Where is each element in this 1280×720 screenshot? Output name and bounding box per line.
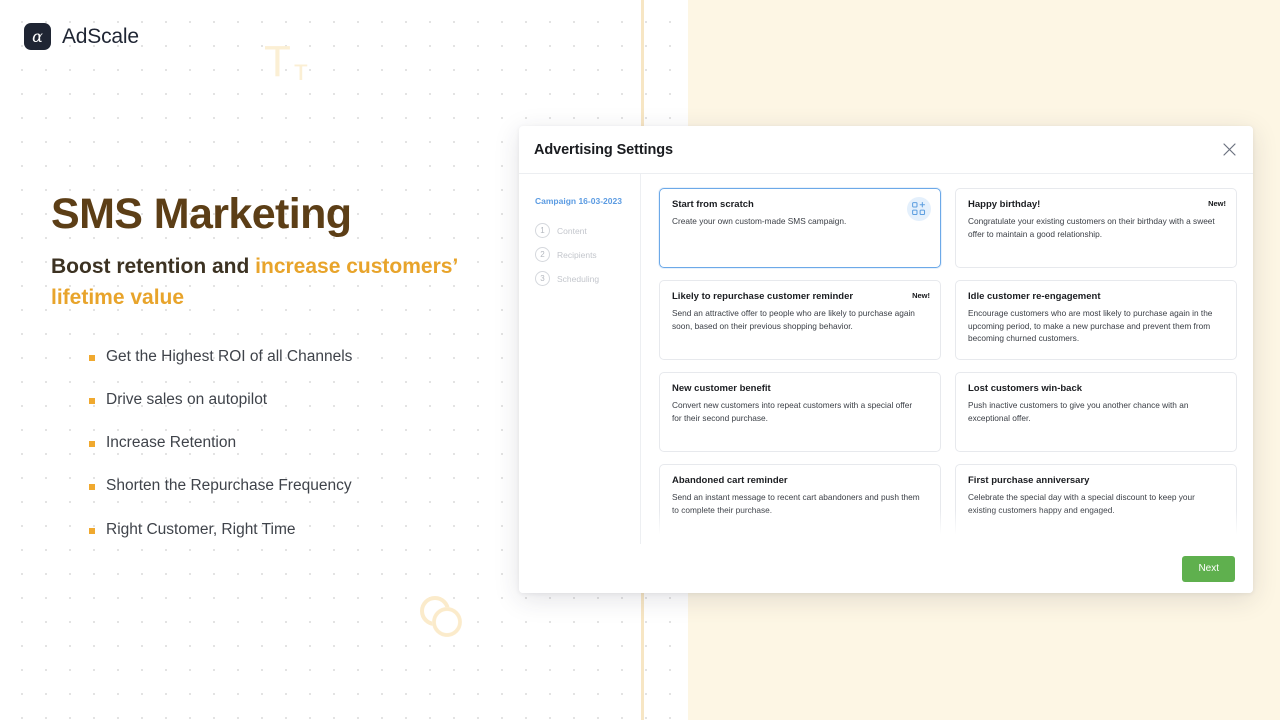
close-icon[interactable] [1219,140,1239,160]
card-description: Convert new customers into repeat custom… [672,400,913,423]
campaign-template-grid: Start from scratch Create your own custo… [659,188,1237,544]
card-description: Encourage customers who are most likely … [968,308,1213,344]
list-item: Drive sales on autopilot [89,390,569,410]
list-item-label: Drive sales on autopilot [106,391,268,409]
status-badge: New! [912,291,930,300]
bullet-square-icon [89,484,95,491]
step-number: 1 [535,223,550,238]
modal-body: Campaign 16-03-2023 1 Content 2 Recipien… [519,174,1253,544]
template-card-first-purchase-anniversary[interactable]: First purchase anniversary Celebrate the… [955,464,1237,544]
template-card-likely-to-repurchase[interactable]: Likely to repurchase customer reminder S… [659,280,941,360]
chat-bubbles-icon [418,594,464,638]
subtitle-plain-text: Boost retention and [51,255,256,278]
card-title: Start from scratch [672,199,754,210]
list-item: Right Customer, Right Time [89,520,569,540]
sidebar-step-scheduling[interactable]: 3 Scheduling [535,271,640,286]
card-description: Celebrate the special day with a special… [968,492,1195,515]
bullet-square-icon [89,527,95,534]
step-label: Content [557,225,587,236]
step-number: 3 [535,271,550,286]
template-card-new-customer-benefit[interactable]: New customer benefit Convert new custome… [659,372,941,452]
card-title: Happy birthday! [968,199,1041,210]
modal-sidebar: Campaign 16-03-2023 1 Content 2 Recipien… [519,174,641,544]
template-card-lost-customers-win-back[interactable]: Lost customers win-back Push inactive cu… [955,372,1237,452]
list-item-label: Get the Highest ROI of all Channels [106,348,353,365]
modal-title: Advertising Settings [534,141,673,158]
list-item-label: Shorten the Repurchase Frequency [106,477,352,495]
step-label: Recipients [557,249,597,260]
bullet-square-icon [89,441,95,448]
bullet-square-icon [89,355,95,361]
alpha-glyph: α [32,26,43,46]
card-description: Congratulate your existing customers on … [968,216,1215,239]
step-label: Scheduling [557,273,600,284]
bullet-square-icon [89,398,95,405]
typography-t-large: T [264,37,291,86]
step-number: 2 [535,247,550,262]
advertising-settings-modal: Advertising Settings Campaign 16-03-2023… [519,126,1253,593]
card-title: Lost customers win-back [968,383,1083,394]
next-button[interactable]: Next [1182,555,1235,582]
page-subtitle: Boost retention and increase customers’ … [51,252,471,313]
modal-footer: Next [519,544,1253,593]
list-item-label: Right Customer, Right Time [106,520,296,538]
template-card-abandoned-cart-reminder[interactable]: Abandoned cart reminder Send an instant … [659,464,941,544]
page-title: SMS Marketing [51,190,352,238]
typography-t-small: т [294,54,308,87]
wizard-steps: 1 Content 2 Recipients 3 Scheduling [535,223,640,286]
grid-plus-icon [907,197,931,221]
campaign-name-label: Campaign 16-03-2023 [535,196,622,206]
card-title: New customer benefit [672,383,771,394]
benefits-list: Get the Highest ROI of all Channels Driv… [89,347,569,563]
brand-name: AdScale [62,24,139,48]
template-card-happy-birthday[interactable]: Happy birthday! Congratulate your existi… [955,188,1237,268]
brand-logo: α AdScale [24,23,139,50]
card-description: Create your own custom-made SMS campaign… [672,216,847,226]
list-item: Increase Retention [89,433,569,453]
template-card-idle-customer-re-engagement[interactable]: Idle customer re-engagement Encourage cu… [955,280,1237,360]
template-card-start-from-scratch[interactable]: Start from scratch Create your own custo… [659,188,941,268]
card-title: Idle customer re-engagement [968,291,1101,302]
card-title: Likely to repurchase customer reminder [672,291,854,302]
modal-header: Advertising Settings [519,126,1253,174]
alpha-logo-icon: α [24,23,51,50]
sidebar-step-recipients[interactable]: 2 Recipients [535,247,640,262]
card-title: Abandoned cart reminder [672,475,788,486]
slide-canvas: T т α AdScale SMS Marketing Boost retent… [0,0,1280,720]
card-title: First purchase anniversary [968,475,1090,486]
card-description: Push inactive customers to give you anot… [968,400,1189,423]
sidebar-step-content[interactable]: 1 Content [535,223,640,238]
list-item: Shorten the Repurchase Frequency [89,476,569,496]
typography-tt-icon: T т [264,40,324,86]
campaign-template-list[interactable]: Start from scratch Create your own custo… [641,174,1253,544]
card-description: Send an instant message to recent cart a… [672,492,920,515]
list-item: Get the Highest ROI of all Channels [89,347,569,367]
list-item-label: Increase Retention [106,434,237,452]
card-description: Send an attractive offer to people who a… [672,308,915,331]
status-badge: New! [1208,199,1226,208]
